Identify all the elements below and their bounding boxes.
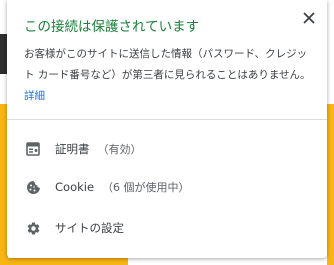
certificate-row[interactable]: 証明書 （有効） — [7, 130, 327, 168]
cookie-row[interactable]: Cookie （6 個が使用中） — [7, 168, 327, 206]
site-settings-label: サイトの設定 — [55, 221, 124, 235]
certificate-label: 証明書 — [55, 142, 90, 156]
cookie-count: （6 個が使用中） — [102, 181, 190, 194]
gear-icon — [25, 220, 41, 236]
close-icon[interactable] — [301, 10, 317, 26]
background-page-banner-bottom — [0, 258, 128, 265]
site-info-popup: この接続は保護されています お客様がこのサイトに送信した情報（パスワード、クレジ… — [7, 0, 327, 258]
description-text: お客様がこのサイトに送信した情報（パスワード、クレジット カード番号など）が第三… — [24, 48, 311, 81]
cookie-icon — [25, 179, 41, 195]
cookie-label: Cookie — [55, 180, 95, 194]
certificate-icon — [25, 141, 41, 157]
site-settings-row[interactable]: サイトの設定 — [7, 209, 327, 247]
details-link[interactable]: 詳細 — [24, 90, 45, 102]
page: この接続は保護されています お客様がこのサイトに送信した情報（パスワード、クレジ… — [0, 0, 334, 265]
divider — [7, 119, 327, 120]
connection-description: お客様がこのサイトに送信した情報（パスワード、クレジット カード番号など）が第三… — [24, 44, 316, 107]
certificate-status: （有効） — [97, 143, 142, 156]
connection-secure-title: この接続は保護されています — [24, 19, 200, 35]
background-page-banner-right — [327, 104, 334, 265]
